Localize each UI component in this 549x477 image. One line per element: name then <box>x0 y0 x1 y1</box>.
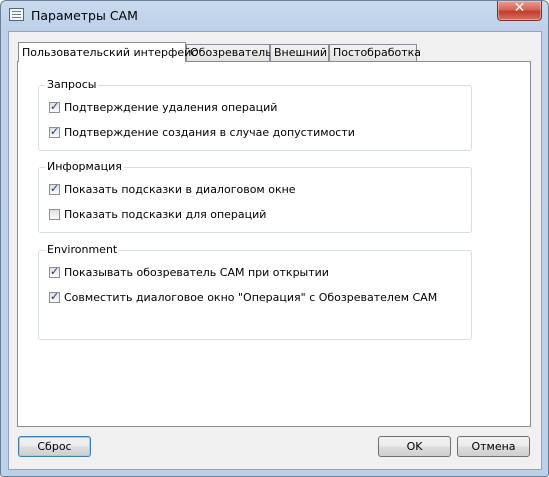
window-title: Параметры CAM <box>31 8 138 23</box>
window-app-icon <box>9 8 24 21</box>
checkbox-label: Совместить диалоговое окно "Операция" с … <box>64 290 438 304</box>
checkbox-hints-operations[interactable]: Показать подсказки для операций <box>49 207 266 221</box>
title-bar[interactable]: Параметры CAM ✕ <box>1 1 548 31</box>
checkbox-label: Показать подсказки в диалоговом окне <box>64 182 296 196</box>
group-title: Информация <box>45 160 124 173</box>
tab-postprocessing[interactable]: Постобработка <box>329 44 421 61</box>
checkbox-confirm-create[interactable]: Подтверждение создания в случае допустим… <box>49 125 355 139</box>
checkbox-label: Показать подсказки для операций <box>64 207 267 221</box>
checkbox-label: Подтверждение удаления операций <box>64 100 278 114</box>
tab-browser[interactable]: Обозреватель <box>186 44 272 61</box>
group-title: Environment <box>45 243 120 256</box>
tab-user-interface[interactable]: Пользовательский интерфейс <box>18 42 197 62</box>
ok-button[interactable]: OK <box>378 436 451 457</box>
dialog-client-area: Пользовательский интерфейс Обозреватель … <box>8 31 542 470</box>
checkbox-label: Показывать обозреватель CAM при открытии <box>64 265 329 279</box>
checkbox-label: Подтверждение создания в случае допустим… <box>64 125 355 139</box>
checkbox-confirm-delete[interactable]: Подтверждение удаления операций <box>49 100 277 114</box>
tab-label: Обозреватель <box>190 46 272 59</box>
checkbox-hints-dialog[interactable]: Показать подсказки в диалоговом окне <box>49 182 296 196</box>
tab-label: Внешний <box>274 46 328 59</box>
close-button[interactable]: ✕ <box>497 1 542 21</box>
checkbox-show-browser-on-open[interactable]: Показывать обозреватель CAM при открытии <box>49 265 329 279</box>
checkbox-combine-operation-dialog[interactable]: Совместить диалоговое окно "Операция" с … <box>49 290 437 304</box>
tab-label: Пользовательский интерфейс <box>22 46 198 59</box>
tab-label: Постобработка <box>333 46 421 59</box>
group-queries: Запросы Подтверждение удаления операций … <box>38 78 472 151</box>
group-environment: Environment Показывать обозреватель CAM … <box>38 243 472 340</box>
checkbox-box[interactable] <box>49 125 60 138</box>
checkbox-box[interactable] <box>49 208 60 220</box>
tab-panel: Запросы Подтверждение удаления операций … <box>17 61 531 427</box>
tab-external[interactable]: Внешний <box>270 44 329 61</box>
group-title: Запросы <box>45 78 99 91</box>
close-icon: ✕ <box>513 0 526 16</box>
cancel-button[interactable]: Отмена <box>457 436 530 457</box>
checkbox-box[interactable] <box>49 290 60 303</box>
checkbox-box[interactable] <box>49 182 60 195</box>
dialog-window: Параметры CAM ✕ Пользовательский интерфе… <box>0 0 549 477</box>
reset-button[interactable]: Сброс <box>18 436 91 457</box>
group-information: Информация Показать подсказки в диалогов… <box>38 160 472 233</box>
checkbox-box[interactable] <box>49 100 60 113</box>
checkbox-box[interactable] <box>49 265 60 278</box>
